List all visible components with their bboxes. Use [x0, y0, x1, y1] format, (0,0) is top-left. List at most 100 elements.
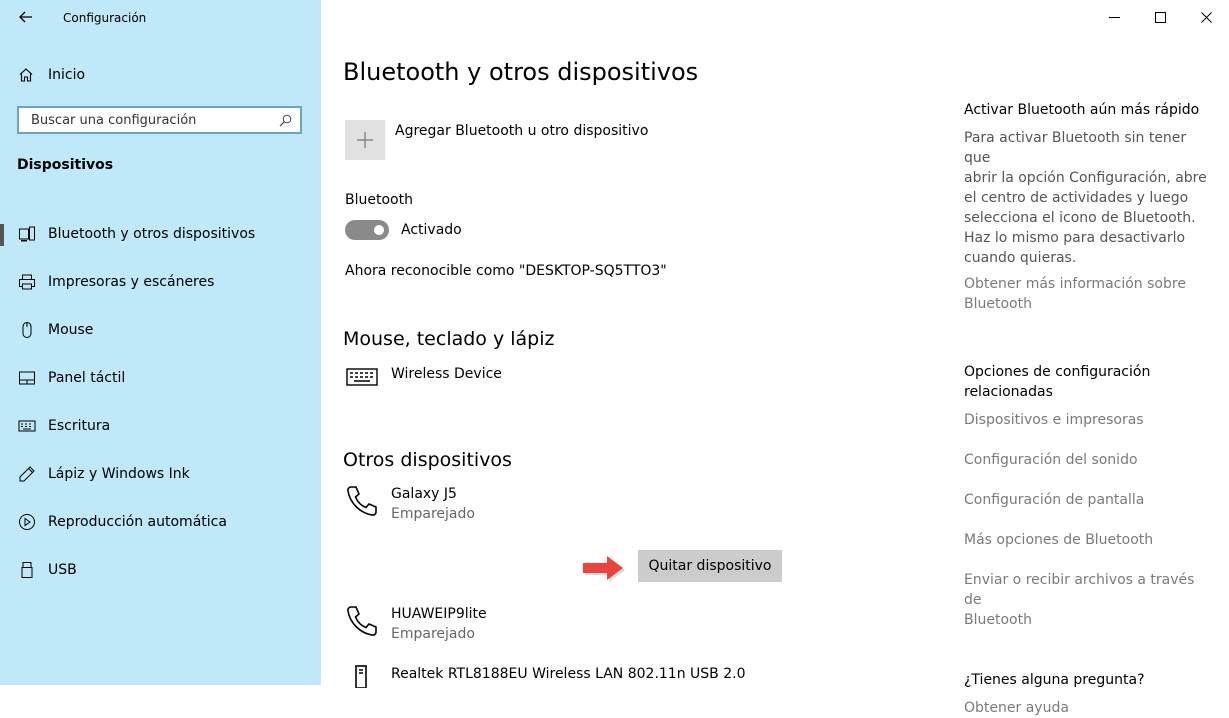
link-devices-printers[interactable]: Dispositivos e impresoras: [964, 410, 1214, 430]
bluetooth-label: Bluetooth: [345, 192, 413, 208]
tip-title: Activar Bluetooth aún más rápido: [964, 102, 1200, 118]
device-text: Realtek RTL8188EU Wireless LAN 802.11n U…: [391, 664, 745, 684]
tip-line: el centro de actividades y luego: [964, 190, 1189, 206]
home-icon: [18, 67, 34, 83]
mouse-icon: [18, 321, 36, 339]
sidebar-item-label: USB: [48, 562, 77, 578]
plus-icon: [357, 132, 373, 148]
device-status: Emparejado: [391, 506, 475, 522]
more-info-line: Bluetooth: [964, 296, 1032, 312]
touchpad-icon: [18, 369, 36, 387]
search-box[interactable]: [17, 106, 302, 134]
question-title: ¿Tienes alguna pregunta?: [964, 672, 1145, 688]
close-icon: [1200, 11, 1212, 23]
mouse-section-title: Mouse, teclado y lápiz: [343, 328, 555, 350]
sidebar-item-label: Mouse: [48, 322, 94, 338]
right-panel: Activar Bluetooth aún más rápido Para ac…: [964, 100, 1214, 718]
link-more-bluetooth[interactable]: Más opciones de Bluetooth: [964, 530, 1214, 550]
tip-line: selecciona el icono de Bluetooth.: [964, 210, 1196, 226]
tip-text: Para activar Bluetooth sin tener que abr…: [964, 128, 1214, 268]
window-controls: [1091, 0, 1229, 34]
link-display-settings[interactable]: Configuración de pantalla: [964, 490, 1214, 510]
related-title: Opciones de configuración relacionadas: [964, 362, 1214, 402]
other-section-title: Otros dispositivos: [343, 449, 512, 471]
sidebar-item-label: Escritura: [48, 418, 111, 434]
related-title-line: Opciones de configuración: [964, 364, 1151, 380]
link-line: Enviar o recibir archivos a través de: [964, 572, 1195, 608]
device-galaxy[interactable]: Galaxy J5 Emparejado: [345, 484, 475, 524]
close-button[interactable]: [1183, 0, 1229, 34]
network-adapter-icon: [345, 664, 379, 698]
autoplay-icon: [18, 513, 36, 531]
bluetooth-device-icon: [18, 225, 36, 243]
toggle-knob: [374, 225, 384, 235]
nav-home[interactable]: Inicio: [18, 64, 85, 86]
sidebar-item-usb[interactable]: USB: [0, 546, 321, 594]
sidebar-item-pen[interactable]: Lápiz y Windows Ink: [0, 450, 321, 498]
bluetooth-toggle-row: Activado: [345, 220, 462, 240]
bluetooth-toggle[interactable]: [345, 220, 389, 240]
maximize-button[interactable]: [1137, 0, 1183, 34]
annotation-arrow-icon: [583, 556, 625, 582]
device-huawei[interactable]: HUAWEIP9lite Emparejado: [345, 604, 487, 644]
more-info-link[interactable]: Obtener más información sobre Bluetooth: [964, 274, 1214, 314]
printer-icon: [18, 273, 36, 291]
keyboard-icon: [18, 417, 36, 435]
pen-icon: [18, 465, 36, 483]
tip-line: Haz lo mismo para desactivarlo: [964, 230, 1186, 246]
phone-icon: [345, 484, 379, 518]
help-link[interactable]: Obtener ayuda: [964, 698, 1214, 718]
sidebar: Configuración Inicio Dispositivos Blu: [0, 0, 321, 685]
tip-line: Para activar Bluetooth sin tener que: [964, 130, 1187, 166]
sidebar-item-mouse[interactable]: Mouse: [0, 306, 321, 354]
minimize-icon: [1108, 16, 1120, 18]
sidebar-item-typing[interactable]: Escritura: [0, 402, 321, 450]
add-device-label: Agregar Bluetooth u otro dispositivo: [395, 123, 649, 139]
page-title: Bluetooth y otros dispositivos: [343, 58, 699, 86]
add-device-button[interactable]: Agregar Bluetooth u otro dispositivo: [345, 120, 648, 160]
sidebar-nav: Bluetooth y otros dispositivos Impresora…: [0, 210, 321, 594]
maximize-icon: [1154, 11, 1166, 23]
tip-line: cuando quieras.: [964, 250, 1077, 266]
sidebar-item-label: Impresoras y escáneres: [48, 274, 215, 290]
link-line: Bluetooth: [964, 612, 1032, 628]
link-sound-settings[interactable]: Configuración del sonido: [964, 450, 1214, 470]
keyboard-icon: [345, 364, 379, 398]
device-name: HUAWEIP9lite: [391, 606, 487, 622]
device-wireless[interactable]: Wireless Device: [345, 364, 502, 398]
minimize-button[interactable]: [1091, 0, 1137, 34]
device-text: HUAWEIP9lite Emparejado: [391, 604, 487, 644]
discoverable-text: Ahora reconocible como "DESKTOP-SQ5TTO3": [345, 263, 667, 279]
add-tile: [345, 120, 385, 160]
tip-line: abrir la opción Configuración, abre: [964, 170, 1207, 186]
main-content: Bluetooth y otros dispositivos Agregar B…: [321, 0, 1229, 716]
usb-icon: [18, 561, 36, 579]
sidebar-item-touchpad[interactable]: Panel táctil: [0, 354, 321, 402]
sidebar-item-autoplay[interactable]: Reproducción automática: [0, 498, 321, 546]
phone-icon: [345, 604, 379, 638]
device-name: Realtek RTL8188EU Wireless LAN 802.11n U…: [391, 666, 746, 682]
nav-home-label: Inicio: [48, 67, 86, 83]
sidebar-item-label: Lápiz y Windows Ink: [48, 466, 190, 482]
more-info-line: Obtener más información sobre: [964, 276, 1186, 292]
bluetooth-state: Activado: [401, 222, 462, 238]
sidebar-section-title: Dispositivos: [17, 157, 114, 173]
device-name: Wireless Device: [391, 366, 502, 382]
device-name: Galaxy J5: [391, 486, 457, 502]
device-text: Wireless Device: [391, 364, 502, 384]
device-text: Galaxy J5 Emparejado: [391, 484, 475, 524]
back-button[interactable]: [14, 6, 38, 28]
sidebar-item-label: Bluetooth y otros dispositivos: [48, 226, 256, 242]
device-realtek[interactable]: Realtek RTL8188EU Wireless LAN 802.11n U…: [345, 664, 745, 698]
window-title: Configuración: [63, 11, 147, 25]
remove-device-button[interactable]: Quitar dispositivo: [638, 550, 782, 582]
search-input[interactable]: [29, 111, 279, 129]
sidebar-item-bluetooth[interactable]: Bluetooth y otros dispositivos: [0, 210, 321, 258]
device-status: Emparejado: [391, 626, 475, 642]
search-icon: [279, 114, 292, 126]
sidebar-item-label: Panel táctil: [48, 370, 126, 386]
related-title-line: relacionadas: [964, 384, 1053, 400]
back-arrow-icon: [19, 11, 32, 23]
link-send-receive-files[interactable]: Enviar o recibir archivos a través de Bl…: [964, 570, 1214, 630]
sidebar-item-printers[interactable]: Impresoras y escáneres: [0, 258, 321, 306]
